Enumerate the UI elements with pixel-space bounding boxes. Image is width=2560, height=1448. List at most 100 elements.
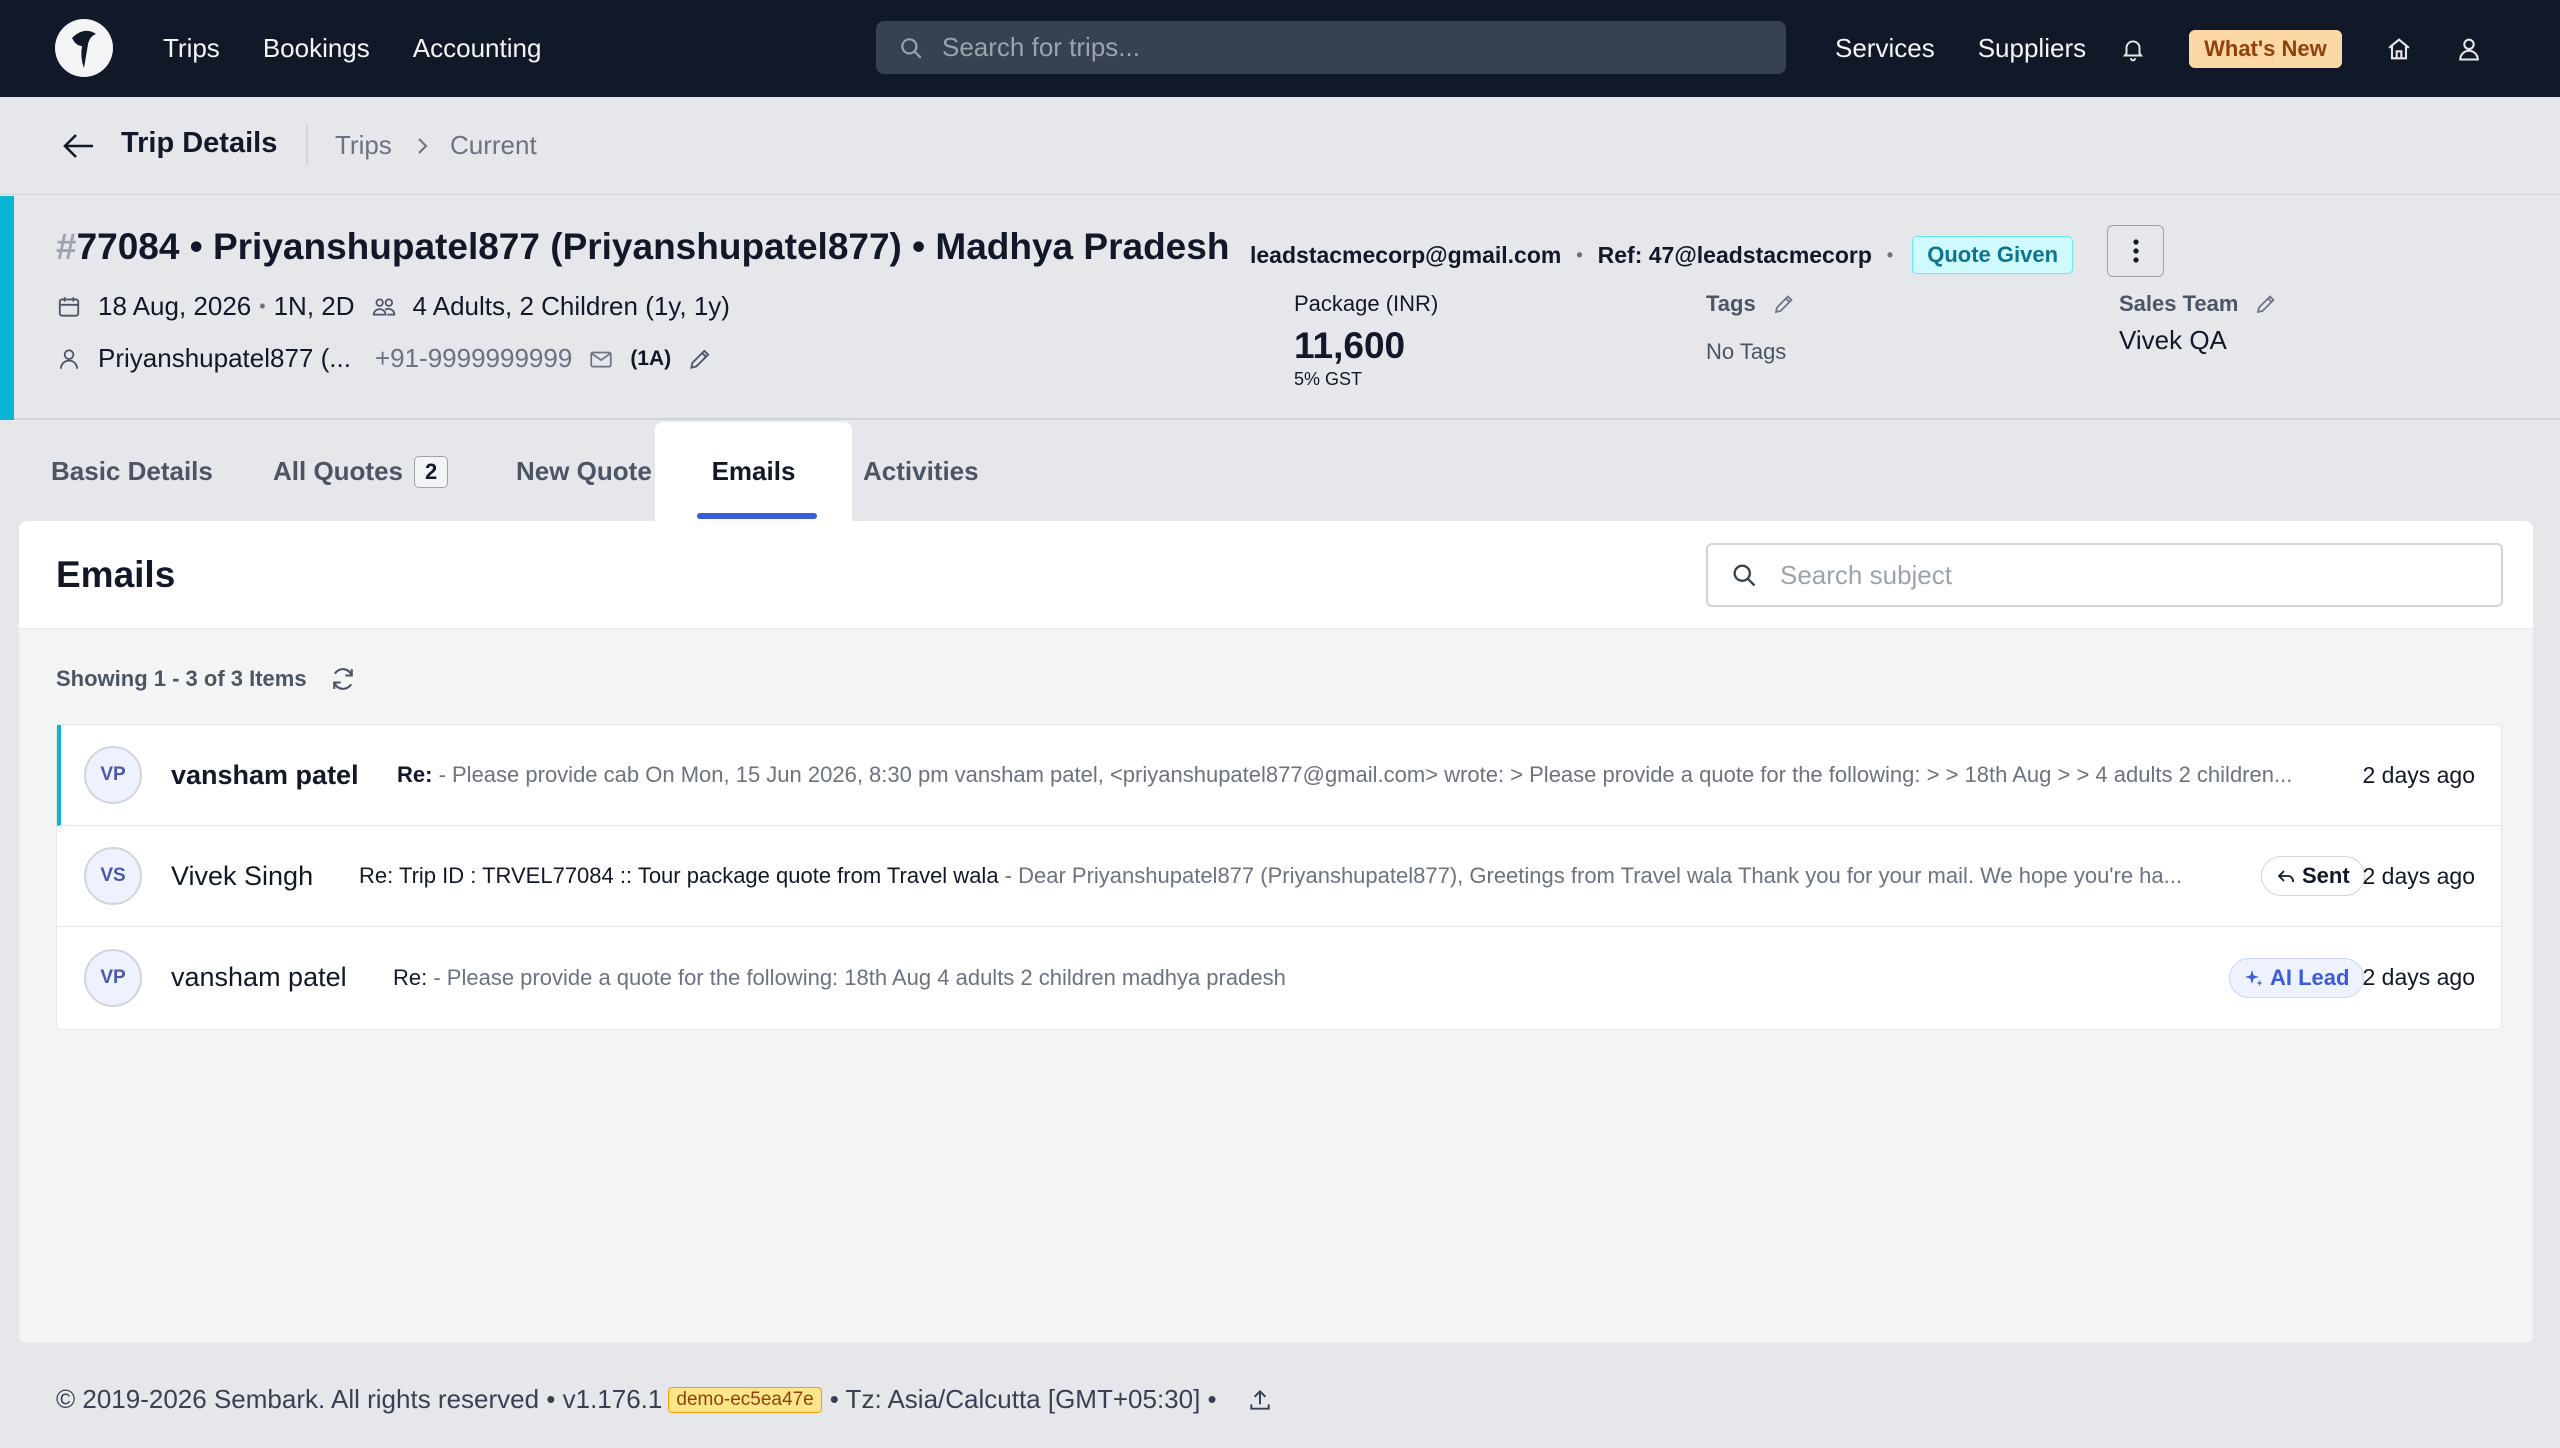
emails-panel-body: Showing 1 - 3 of 3 Items VP vansham pate… bbox=[19, 629, 2533, 1343]
nav-accounting[interactable]: Accounting bbox=[413, 33, 542, 64]
env-badge: demo-ec5ea47e bbox=[668, 1386, 822, 1413]
email-subject-text: Re: Trip ID : TRVEL77084 :: Tour package… bbox=[359, 863, 999, 888]
tab-label: Basic Details bbox=[51, 456, 213, 486]
sales-team-value: Vivek QA bbox=[2119, 325, 2227, 355]
contact-phone[interactable]: +91-9999999999 bbox=[375, 343, 572, 374]
trip-hash: # bbox=[56, 226, 77, 267]
people-icon bbox=[372, 298, 395, 315]
edit-tags-icon[interactable] bbox=[1772, 292, 1796, 316]
tab-label: All Quotes bbox=[273, 456, 404, 486]
more-actions-button[interactable] bbox=[2107, 225, 2164, 277]
nav-services[interactable]: Services bbox=[1835, 33, 1935, 64]
email-row[interactable]: VP vansham patel Re: - Please provide a … bbox=[57, 927, 2503, 1028]
tab-label: Activities bbox=[863, 456, 979, 486]
bell-icon[interactable] bbox=[2120, 36, 2146, 62]
email-subject-text: Re: bbox=[393, 964, 428, 990]
package-label: Package (INR) bbox=[1294, 291, 1439, 316]
email-row[interactable]: VP vansham patel Re: - Please provide ca… bbox=[57, 725, 2503, 826]
trip-contact-line: leadstacmecorp@gmail.com • Ref: 47@leads… bbox=[1250, 236, 2074, 274]
kebab-icon bbox=[2132, 239, 2139, 263]
timezone: • Tz: Asia/Calcutta [GMT+05:30] • bbox=[829, 1384, 1217, 1414]
nav-right: Services Suppliers What's New bbox=[1835, 0, 2483, 97]
avatar: VS bbox=[84, 847, 142, 905]
tags-value: No Tags bbox=[1706, 339, 1787, 364]
sent-badge: Sent bbox=[2261, 856, 2365, 896]
package-summary: Package (INR) 11,600 5% GST bbox=[1294, 291, 1438, 390]
tab-activities[interactable]: Activities bbox=[863, 422, 979, 521]
trip-search-box[interactable] bbox=[876, 21, 1786, 74]
trip-title: #77084 • Priyanshupatel877 (Priyanshupat… bbox=[56, 226, 1229, 268]
pagination-summary: Showing 1 - 3 of 3 Items bbox=[56, 665, 357, 693]
user-icon bbox=[59, 348, 79, 369]
email-row[interactable]: VS Vivek Singh Re: Trip ID : TRVEL77084 … bbox=[57, 826, 2503, 927]
trip-accent-bar bbox=[0, 196, 14, 420]
tab-emails[interactable]: Emails bbox=[655, 422, 852, 521]
trip-search-input[interactable] bbox=[942, 32, 1762, 63]
whats-new-button[interactable]: What's New bbox=[2189, 29, 2342, 68]
email-sender: vansham patel bbox=[171, 759, 359, 790]
search-icon bbox=[901, 37, 922, 59]
sembark-logo[interactable] bbox=[54, 18, 114, 78]
pencil-icon[interactable] bbox=[687, 346, 713, 372]
upload-icon[interactable] bbox=[1247, 1387, 1273, 1413]
trip-duration: 1N, 2D bbox=[273, 291, 355, 321]
edit-sales-team-icon[interactable] bbox=[2254, 292, 2278, 316]
footer: © 2019-2026 Sembark. All rights reserved… bbox=[0, 1344, 2560, 1448]
ai-lead-label: AI Lead bbox=[2270, 964, 2350, 990]
trip-pax: 4 Adults, 2 Children (1y, 1y) bbox=[412, 291, 730, 321]
email-sender: vansham patel bbox=[171, 962, 347, 992]
user-icon[interactable] bbox=[2455, 35, 2483, 63]
chevron-right-icon bbox=[418, 138, 428, 154]
active-tab-indicator bbox=[697, 513, 817, 519]
email-time: 2 days ago bbox=[2362, 964, 2475, 990]
nav-bookings[interactable]: Bookings bbox=[263, 33, 370, 64]
emails-panel-header: Emails bbox=[19, 521, 2533, 629]
subject-search-input[interactable] bbox=[1780, 559, 2480, 591]
email-preview: - Please provide a quote for the followi… bbox=[427, 964, 1286, 990]
email-sender: Vivek Singh bbox=[171, 860, 314, 891]
tab-all-quotes[interactable]: All Quotes 2 bbox=[273, 422, 449, 521]
showing-text: Showing 1 - 3 of 3 Items bbox=[56, 666, 307, 691]
status-badge: Quote Given bbox=[1912, 236, 2074, 274]
package-gst: 5% GST bbox=[1294, 369, 1363, 389]
email-subject-text: Re: bbox=[397, 762, 433, 787]
breadcrumb-bar: Trip Details Trips Current bbox=[0, 97, 2560, 195]
breadcrumb-trips[interactable]: Trips bbox=[335, 130, 392, 161]
home-icon[interactable] bbox=[2385, 35, 2413, 63]
tab-basic-details[interactable]: Basic Details bbox=[51, 422, 213, 521]
refresh-icon[interactable] bbox=[329, 665, 357, 693]
subject-search-box[interactable] bbox=[1706, 543, 2503, 607]
email-time: 2 days ago bbox=[2362, 862, 2475, 889]
reply-icon bbox=[2277, 870, 2294, 882]
main-nav: Trips Bookings Accounting bbox=[163, 0, 541, 97]
trip-header: #77084 • Priyanshupatel877 (Priyanshupat… bbox=[0, 196, 2560, 420]
email-subject: Re: - Please provide a quote for the fol… bbox=[393, 965, 2193, 991]
nav-suppliers[interactable]: Suppliers bbox=[1978, 33, 2086, 64]
sent-badge-label: Sent bbox=[2302, 863, 2350, 888]
breadcrumb-divider bbox=[306, 125, 308, 165]
trip-tabs: Basic Details All Quotes 2 New Quote Emai… bbox=[0, 422, 2560, 521]
nav-trips[interactable]: Trips bbox=[163, 33, 220, 64]
email-preview: - Dear Priyanshupatel877 (Priyanshupatel… bbox=[998, 863, 2182, 888]
footer-text: © 2019-2026 Sembark. All rights reserved… bbox=[56, 1384, 1273, 1415]
emails-title: Emails bbox=[56, 554, 176, 595]
trip-contact-row: Priyanshupatel877 (... +91-9999999999 (1… bbox=[56, 343, 729, 374]
back-arrow-icon[interactable] bbox=[62, 131, 96, 161]
page-title: Trip Details bbox=[121, 127, 278, 159]
tags-section: Tags No Tags bbox=[1706, 291, 1796, 365]
email-list: VP vansham patel Re: - Please provide ca… bbox=[56, 724, 2503, 1030]
quotes-count-badge: 2 bbox=[414, 455, 449, 488]
avatar: VP bbox=[84, 746, 142, 804]
tags-label: Tags bbox=[1706, 291, 1756, 316]
search-icon bbox=[1733, 564, 1756, 587]
trip-email[interactable]: leadstacmecorp@gmail.com bbox=[1250, 242, 1561, 269]
email-subject: Re: - Please provide cab On Mon, 15 Jun … bbox=[397, 762, 2395, 788]
tab-new-quote[interactable]: New Quote bbox=[516, 422, 652, 521]
trip-ref: Ref: 47@leadstacmecorp bbox=[1597, 241, 1872, 268]
trip-meta-row: 18 Aug, 2026 • 1N, 2D 4 Adults, 2 Childr… bbox=[56, 291, 730, 322]
avatar: VP bbox=[84, 948, 142, 1007]
contact-name[interactable]: Priyanshupatel877 (... bbox=[98, 343, 351, 374]
copyright: © 2019-2026 Sembark. All rights reserved… bbox=[56, 1384, 663, 1414]
top-navbar: Trips Bookings Accounting Services Suppl… bbox=[0, 0, 2560, 97]
sparkle-icon bbox=[2245, 969, 2263, 986]
